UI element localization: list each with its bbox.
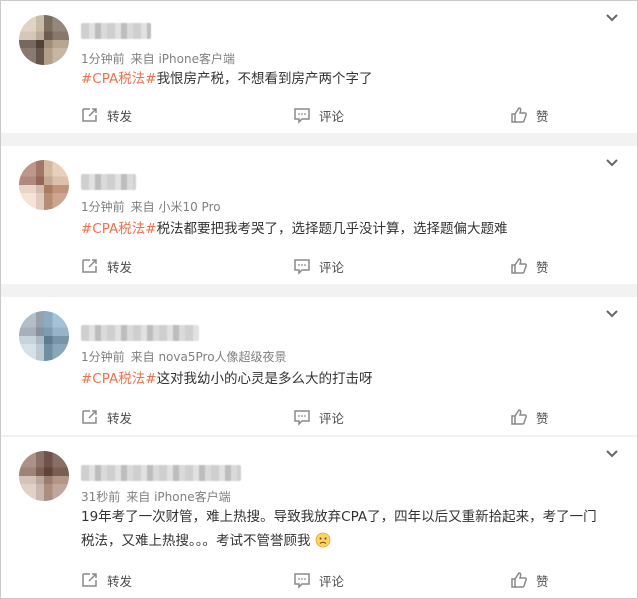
comment-label: 评论 (319, 573, 345, 589)
comment-button[interactable]: 评论 (293, 103, 344, 127)
chevron-down-icon[interactable] (605, 13, 619, 23)
repost-icon (82, 259, 97, 273)
comment-icon (294, 573, 310, 589)
post-text-line-2-text: 税法，又难上热搜。。。考试不管誉顾我 (81, 533, 311, 549)
comment-label: 评论 (319, 108, 345, 124)
like-button[interactable]: 赞 (510, 254, 549, 278)
like-icon (511, 258, 527, 274)
hashtag-link[interactable]: #CPA税法# (81, 71, 157, 87)
post-content: #CPA税法#这对我幼小的心灵是多么大的打击呀 (81, 367, 373, 391)
username-blurred[interactable] (81, 465, 241, 481)
post-source: 来自 iPhone客户端 (130, 52, 235, 66)
post-text: 这对我幼小的心灵是多么大的打击呀 (156, 371, 373, 387)
comment-icon (294, 259, 310, 275)
post-text-line-1: 19年考了一次财管，难上热搜。导致我放弃CPA了，四年以后又重新拾起来，考了一门 (81, 509, 597, 525)
comment-button[interactable]: 评论 (293, 568, 344, 592)
repost-label: 转发 (107, 410, 133, 426)
chevron-down-icon[interactable] (605, 449, 619, 459)
like-icon (511, 409, 527, 425)
post-source: 来自 小米10 Pro (130, 200, 221, 214)
like-icon (511, 572, 527, 588)
avatar[interactable] (19, 15, 69, 65)
post-actions: 转发 评论 赞 (1, 254, 637, 278)
comment-button[interactable]: 评论 (293, 405, 344, 429)
like-button[interactable]: 赞 (510, 568, 549, 592)
like-button[interactable]: 赞 (510, 103, 549, 127)
comment-label: 评论 (319, 259, 345, 275)
repost-icon (82, 573, 97, 587)
avatar[interactable] (19, 160, 69, 210)
repost-button[interactable]: 转发 (81, 405, 132, 429)
repost-label: 转发 (107, 259, 133, 275)
post-text-line-2: 税法，又难上热搜。。。考试不管誉顾我 (81, 529, 621, 553)
post-meta: 1分钟前 来自 小米10 Pro (81, 198, 221, 215)
post-source: 来自 iPhone客户端 (126, 490, 231, 504)
username-blurred[interactable] (81, 23, 151, 39)
post-actions: 转发 评论 赞 (1, 405, 637, 429)
username-blurred[interactable] (81, 325, 199, 341)
repost-button[interactable]: 转发 (81, 103, 132, 127)
repost-button[interactable]: 转发 (81, 254, 132, 278)
post-card: 1分钟前 来自 小米10 Pro #CPA税法#税法都要把我考哭了，选择题几乎没计… (1, 146, 637, 284)
post-card: 31秒前 来自 iPhone客户端 19年考了一次财管，难上热搜。导致我放弃CPA… (1, 437, 637, 598)
chevron-down-icon[interactable] (605, 158, 619, 168)
weibo-feed: 1分钟前 来自 iPhone客户端 #CPA税法#我恨房产税，不想看到房产两个字了… (0, 0, 638, 599)
post-time[interactable]: 31秒前 (81, 490, 120, 504)
repost-icon (82, 410, 97, 424)
post-actions: 转发 评论 赞 (1, 568, 637, 592)
post-card: 1分钟前 来自 nova5Pro人像超级夜景 #CPA税法#这对我幼小的心灵是多么… (1, 297, 637, 435)
comment-icon (294, 108, 310, 124)
avatar[interactable] (19, 311, 69, 361)
post-meta: 1分钟前 来自 nova5Pro人像超级夜景 (81, 348, 287, 365)
like-button[interactable]: 赞 (510, 405, 549, 429)
repost-icon (82, 108, 97, 122)
post-content: 19年考了一次财管，难上热搜。导致我放弃CPA了，四年以后又重新拾起来，考了一门… (81, 505, 621, 553)
post-card: 1分钟前 来自 iPhone客户端 #CPA税法#我恨房产税，不想看到房产两个字了… (1, 1, 637, 133)
post-text: 税法都要把我考哭了，选择题几乎没计算，选择题偏大题难 (156, 221, 508, 237)
post-time[interactable]: 1分钟前 (81, 350, 125, 364)
comment-button[interactable]: 评论 (293, 254, 344, 278)
post-source: 来自 nova5Pro人像超级夜景 (130, 350, 287, 364)
avatar[interactable] (19, 451, 69, 501)
post-actions: 转发 评论 赞 (1, 103, 637, 127)
post-time[interactable]: 1分钟前 (81, 200, 125, 214)
chevron-down-icon[interactable] (605, 309, 619, 319)
like-label: 赞 (536, 259, 549, 275)
sad-face-emoji-icon (315, 532, 331, 548)
post-time[interactable]: 1分钟前 (81, 52, 125, 66)
post-meta: 31秒前 来自 iPhone客户端 (81, 488, 231, 505)
like-label: 赞 (536, 410, 549, 426)
like-icon (511, 107, 527, 123)
hashtag-link[interactable]: #CPA税法# (81, 221, 157, 237)
repost-label: 转发 (107, 108, 133, 124)
repost-label: 转发 (107, 573, 133, 589)
hashtag-link[interactable]: #CPA税法# (81, 371, 157, 387)
post-meta: 1分钟前 来自 iPhone客户端 (81, 50, 235, 67)
comment-icon (294, 410, 310, 426)
post-content: #CPA税法#我恨房产税，不想看到房产两个字了 (81, 67, 373, 91)
username-blurred[interactable] (81, 174, 136, 190)
like-label: 赞 (536, 108, 549, 124)
post-text: 我恨房产税，不想看到房产两个字了 (156, 71, 373, 87)
post-content: #CPA税法#税法都要把我考哭了，选择题几乎没计算，选择题偏大题难 (81, 217, 508, 241)
comment-label: 评论 (319, 410, 345, 426)
like-label: 赞 (536, 573, 549, 589)
repost-button[interactable]: 转发 (81, 568, 132, 592)
